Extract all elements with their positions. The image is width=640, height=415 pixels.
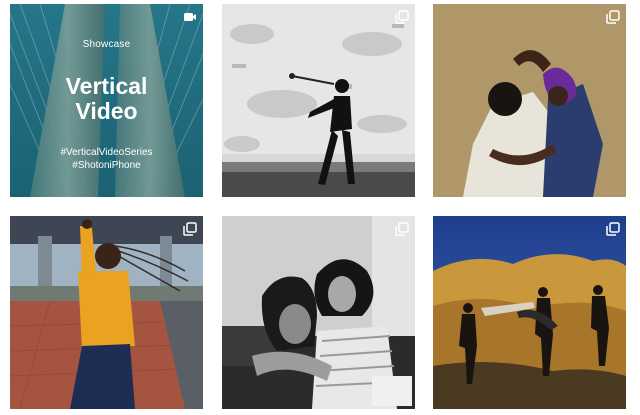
video-icon bbox=[183, 10, 197, 24]
embracing-dancers-image bbox=[433, 4, 626, 197]
multiple-posts-icon bbox=[395, 222, 409, 236]
grid-post-trumpet-player[interactable] bbox=[222, 4, 415, 197]
grid-post-surfers-cliffs[interactable] bbox=[433, 216, 626, 409]
post-text-overlay: Showcase Vertical Video #VerticalVideoSe… bbox=[10, 4, 203, 197]
post-title: Vertical Video bbox=[10, 74, 203, 124]
hashtag-vertical-video-series: #VerticalVideoSeries bbox=[60, 147, 153, 158]
hashtag-shot-on-iphone: #ShotoniPhone bbox=[72, 160, 141, 171]
multiple-posts-icon bbox=[606, 222, 620, 236]
post-title-line2: Video bbox=[75, 98, 138, 124]
trumpet-player-image bbox=[222, 4, 415, 197]
grid-post-couple-portrait[interactable] bbox=[222, 216, 415, 409]
yellow-sweater-dancer-image bbox=[10, 216, 203, 409]
photo-grid: Showcase Vertical Video #VerticalVideoSe… bbox=[0, 0, 640, 415]
grid-post-vertical-video[interactable]: Showcase Vertical Video #VerticalVideoSe… bbox=[10, 4, 203, 197]
surfers-cliffs-image bbox=[433, 216, 626, 409]
couple-portrait-image bbox=[222, 216, 415, 409]
grid-post-embracing-dancers[interactable] bbox=[433, 4, 626, 197]
multiple-posts-icon bbox=[395, 10, 409, 24]
multiple-posts-icon bbox=[183, 222, 197, 236]
post-title-line1: Vertical bbox=[65, 73, 148, 99]
multiple-posts-icon bbox=[606, 10, 620, 24]
grid-post-yellow-sweater-dancer[interactable] bbox=[10, 216, 203, 409]
post-kicker: Showcase bbox=[82, 39, 131, 50]
post-hashtags: #VerticalVideoSeries #ShotoniPhone bbox=[10, 146, 203, 172]
